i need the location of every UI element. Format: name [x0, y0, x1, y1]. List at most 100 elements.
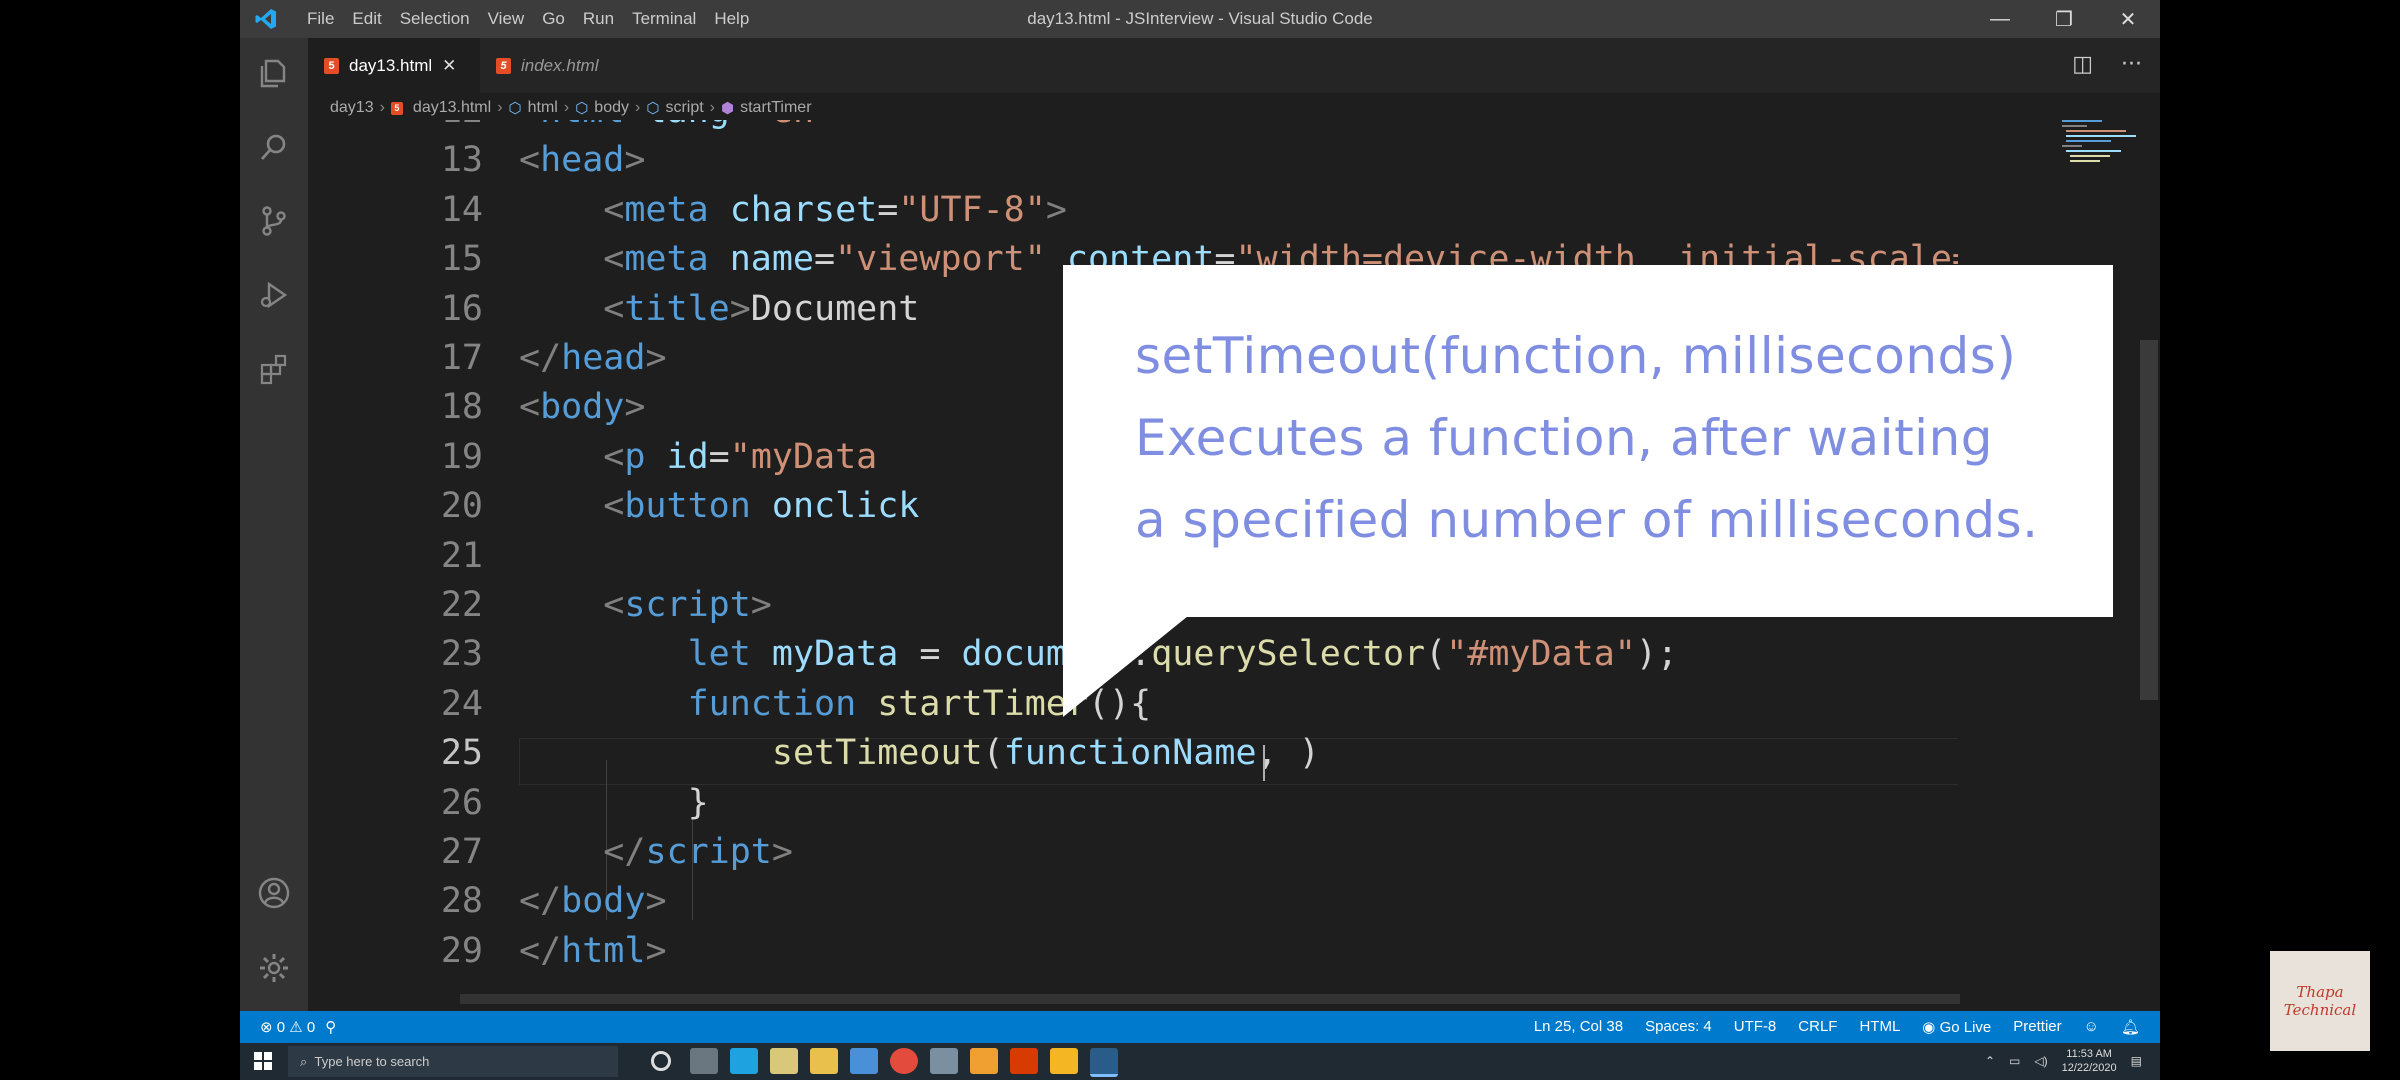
breadcrumb-folder[interactable]: day13 [330, 99, 374, 117]
code-text: <title>Document [519, 285, 919, 334]
feedback-icon[interactable]: ☺ [2084, 1018, 2099, 1036]
element-icon: ⬡ [508, 100, 522, 117]
code-token: > [645, 338, 667, 378]
encoding[interactable]: UTF-8 [1734, 1018, 1777, 1036]
go-live-button[interactable]: ◉ Go Live [1922, 1018, 1991, 1036]
minimize-button[interactable]: — [1968, 0, 2032, 38]
code-token: "myData [729, 436, 878, 477]
code-token: ( [1425, 634, 1447, 675]
callout-syntax: setTimeout(function, milliseconds) [1135, 327, 2017, 385]
breadcrumb-html[interactable]: html [528, 99, 558, 117]
code-text: <body> [519, 383, 645, 432]
close-button[interactable]: ✕ [2096, 0, 2160, 38]
line-number: 16 [440, 288, 483, 329]
html-file-icon: 5 [324, 57, 339, 74]
tab-close-icon[interactable]: ✕ [442, 56, 456, 76]
taskbar-apps [644, 1048, 1118, 1077]
mail-icon[interactable] [850, 1048, 878, 1074]
status-bar: ⊗ 0 ⚠ 0 ⚲ Ln 25, Col 38 Spaces: 4 UTF-8 … [240, 1011, 2160, 1043]
explorer-icon[interactable] [257, 56, 291, 90]
code-token: ( [982, 733, 1004, 774]
code-token: id [666, 436, 709, 477]
network-icon[interactable]: ▭ [2009, 1054, 2020, 1068]
code-token: = [877, 189, 899, 230]
edge-icon[interactable] [730, 1048, 758, 1074]
breadcrumb-script[interactable]: script [665, 99, 703, 117]
line-number: 26 [440, 782, 483, 823]
volume-icon[interactable]: ◁) [2034, 1054, 2047, 1068]
code-token: meta [624, 239, 730, 280]
line-number: 14 [440, 189, 483, 230]
language-mode[interactable]: HTML [1859, 1018, 1900, 1036]
tab-day13-html[interactable]: 5 day13.html ✕ [308, 38, 480, 93]
accounts-icon[interactable] [257, 876, 291, 910]
breadcrumb-file[interactable]: day13.html [413, 99, 491, 117]
more-actions-icon[interactable]: ··· [2121, 52, 2142, 77]
vertical-scrollbar[interactable] [2140, 340, 2158, 700]
task-view-icon[interactable] [690, 1048, 718, 1074]
code-token: script [645, 832, 772, 872]
callout-tail [1063, 612, 1193, 717]
code-token: title [624, 288, 730, 329]
cursor-position[interactable]: Ln 25, Col 38 [1534, 1018, 1623, 1036]
maximize-button[interactable]: ❐ [2032, 0, 2096, 38]
cortana-icon[interactable] [651, 1051, 671, 1071]
clock[interactable]: 11:53 AM 12/22/2020 [2062, 1047, 2117, 1075]
windows-start-icon[interactable] [254, 1052, 272, 1070]
office-icon[interactable] [1010, 1048, 1038, 1074]
code-token: > [624, 387, 646, 428]
action-center-icon[interactable]: ▤ [2131, 1054, 2142, 1068]
run-debug-icon[interactable] [257, 278, 291, 312]
problems-indicator[interactable]: ⊗ 0 ⚠ 0 [260, 1018, 315, 1036]
code-token: function [687, 683, 878, 724]
line-ending[interactable]: CRLF [1798, 1018, 1837, 1036]
source-control-icon[interactable] [257, 204, 291, 238]
tray-chevron-icon[interactable]: ⌃ [1985, 1054, 1995, 1068]
app-icon[interactable] [1050, 1048, 1078, 1074]
windows-taskbar: ⌕ Type here to search ⌃ ▭ ◁) 11:53 AM 12… [240, 1043, 2160, 1080]
code-token: head [540, 140, 625, 181]
horizontal-scrollbar[interactable] [460, 994, 1960, 1004]
code-token: < [519, 140, 541, 181]
chrome-icon[interactable] [890, 1048, 918, 1074]
watermark-line1: Thapa [2296, 983, 2344, 1001]
vscode-taskbar-icon[interactable] [1090, 1048, 1118, 1077]
indentation[interactable]: Spaces: 4 [1645, 1018, 1712, 1036]
taskbar-search[interactable]: ⌕ Type here to search [288, 1046, 618, 1077]
extensions-icon[interactable] [257, 352, 291, 386]
video-frame: File Edit Selection View Go Run Terminal… [240, 0, 2160, 1080]
code-token: = [708, 436, 730, 477]
breadcrumb: day13 › 5 day13.html › ⬡ html › ⬡ body › ⬡ scrip… [330, 99, 812, 117]
breadcrumb-body[interactable]: body [594, 99, 629, 117]
function-icon: ⬢ [721, 100, 735, 117]
breadcrumb-function[interactable]: startTimer [740, 99, 811, 117]
minimap[interactable] [2058, 120, 2148, 180]
code-token: </ [519, 832, 646, 872]
code-token: > [771, 832, 793, 872]
app-icon[interactable] [970, 1048, 998, 1074]
code-token: script [624, 585, 751, 625]
line-number: 24 [440, 683, 483, 724]
notifications-icon[interactable]: 🔔︎ [2121, 1018, 2140, 1036]
app-icon[interactable] [930, 1048, 958, 1074]
line-number: 15 [440, 239, 483, 280]
code-text: <html lang="en"> [519, 120, 856, 136]
line-number: 18 [440, 387, 483, 428]
file-explorer-icon[interactable] [810, 1048, 838, 1074]
code-token: > [835, 120, 856, 131]
tab-actions: ◫ ··· [2072, 52, 2142, 77]
code-text: </html> [519, 927, 667, 976]
code-token: ); [1635, 634, 1679, 675]
element-icon: ⬡ [575, 100, 589, 117]
line-number: 29 [440, 930, 483, 971]
prettier-status[interactable]: Prettier [2013, 1018, 2061, 1036]
live-share-icon[interactable]: ⚲ [325, 1018, 336, 1036]
split-editor-icon[interactable]: ◫ [2072, 52, 2093, 77]
search-icon[interactable] [257, 130, 291, 164]
callout-description-line2: a specified number of milliseconds. [1135, 491, 2039, 549]
store-icon[interactable] [770, 1048, 798, 1074]
tab-index-html[interactable]: 5 index.html [480, 38, 660, 93]
settings-gear-icon[interactable] [257, 951, 291, 985]
